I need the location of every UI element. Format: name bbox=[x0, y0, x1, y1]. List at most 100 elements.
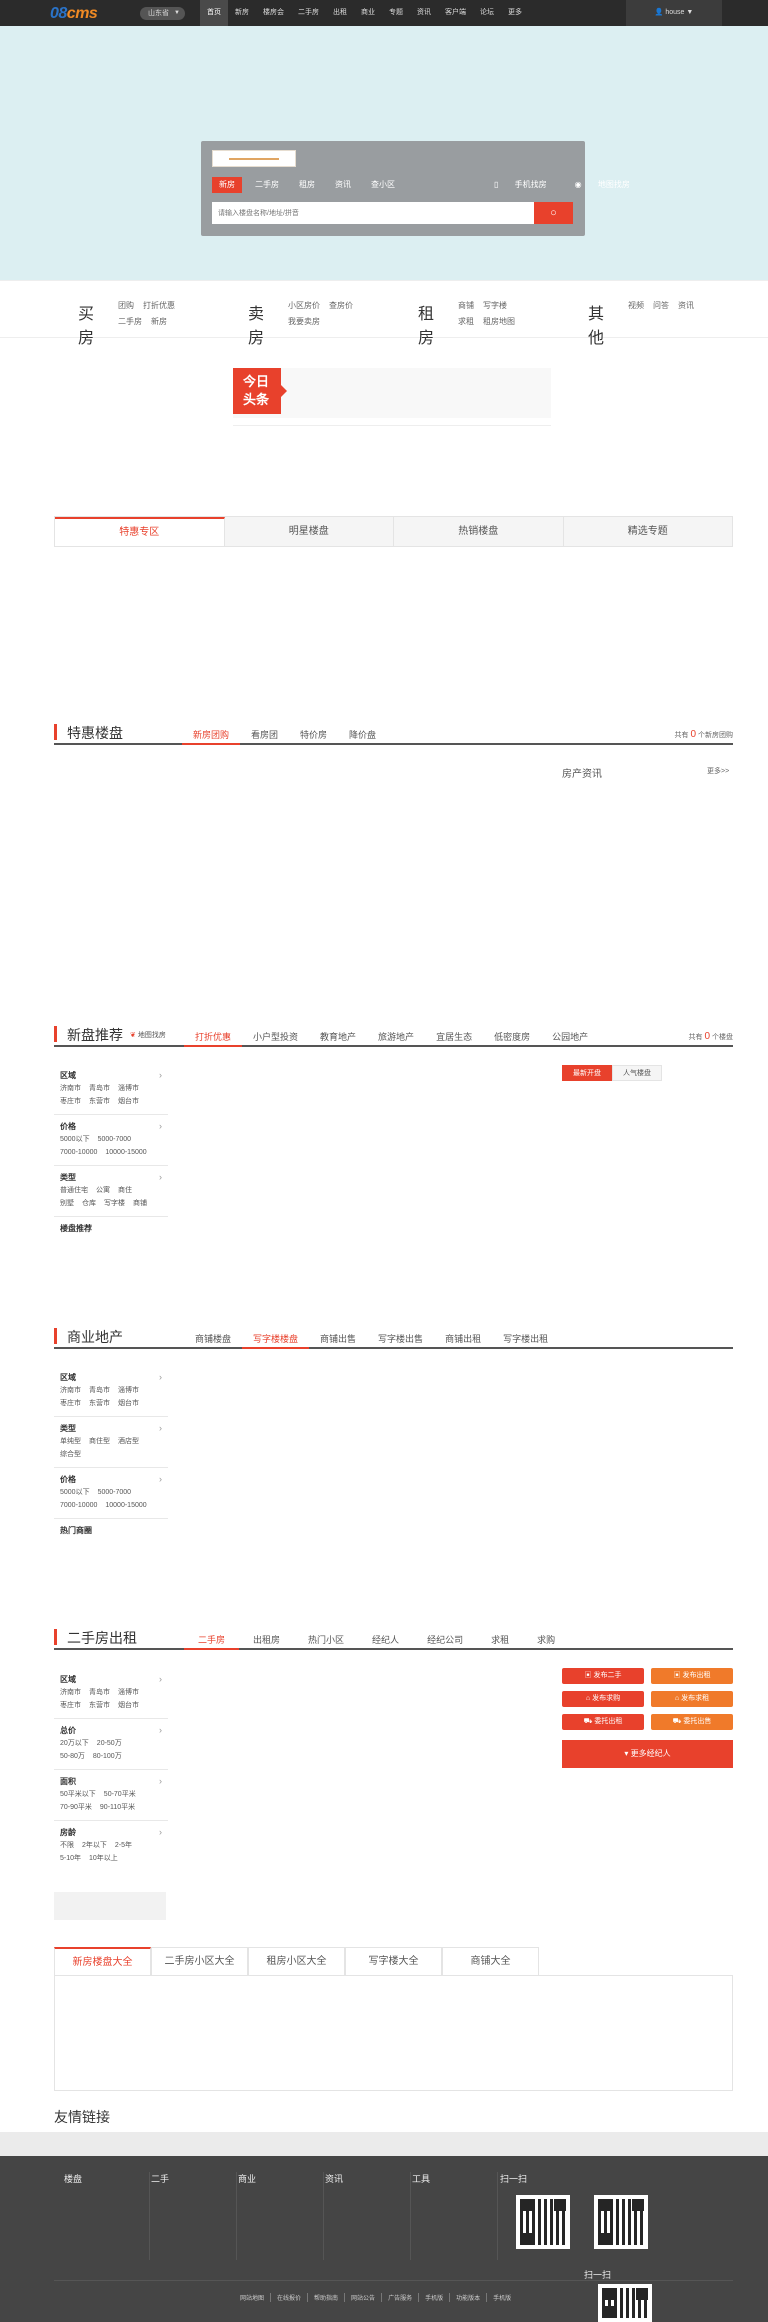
directory-tab[interactable]: 租房小区大全 bbox=[248, 1947, 345, 1975]
filter-option[interactable]: 7000-10000 bbox=[60, 1502, 97, 1509]
filter-option[interactable]: 50-80万 bbox=[60, 1753, 85, 1760]
search-tab[interactable]: 新房 bbox=[212, 177, 242, 193]
chevron-right-icon[interactable]: › bbox=[159, 1372, 162, 1382]
chevron-right-icon[interactable]: › bbox=[159, 1172, 162, 1182]
chevron-right-icon[interactable]: › bbox=[159, 1474, 162, 1484]
filter-option[interactable]: 不限 bbox=[60, 1842, 74, 1849]
footer-link[interactable]: 手机版 bbox=[487, 2293, 517, 2302]
site-logo[interactable]: 08cms bbox=[50, 5, 98, 23]
filter-option[interactable]: 东营市 bbox=[89, 1702, 110, 1709]
footer-link[interactable]: 在线报价 bbox=[271, 2293, 309, 2302]
section-tab[interactable]: 出租房 bbox=[239, 1632, 294, 1650]
section-tab[interactable]: 写字楼出租 bbox=[492, 1331, 559, 1349]
filter-option[interactable]: 酒店型 bbox=[118, 1438, 139, 1445]
section-tab[interactable]: 商铺楼盘 bbox=[184, 1331, 242, 1349]
nav-item[interactable]: 二手房 bbox=[291, 0, 326, 26]
section-tab[interactable]: 求租 bbox=[477, 1632, 523, 1650]
section-tab[interactable]: 经纪公司 bbox=[413, 1632, 477, 1650]
nav-item[interactable]: 出租 bbox=[326, 0, 354, 26]
footer-column[interactable]: 工具 bbox=[412, 2172, 498, 2260]
entrust-sell-button[interactable]: ⛟ 委托出售 bbox=[651, 1714, 733, 1730]
side-tab[interactable]: 人气楼盘 bbox=[612, 1065, 662, 1081]
footer-link[interactable]: 帮助指南 bbox=[308, 2293, 346, 2302]
zone-tab[interactable]: 明星楼盘 bbox=[225, 517, 394, 546]
filter-option[interactable]: 70-90平米 bbox=[60, 1804, 92, 1811]
nav-item[interactable]: 专题 bbox=[382, 0, 410, 26]
filter-option[interactable]: 烟台市 bbox=[118, 1702, 139, 1709]
section-tab[interactable]: 旅游地产 bbox=[367, 1029, 425, 1047]
more-agents-button[interactable]: ▾ 更多经纪人 bbox=[562, 1740, 733, 1768]
filter-option[interactable]: 枣庄市 bbox=[60, 1702, 81, 1709]
filter-option[interactable]: 商住型 bbox=[89, 1438, 110, 1445]
footer-link[interactable]: 手机版 bbox=[419, 2293, 451, 2302]
filter-option[interactable]: 烟台市 bbox=[118, 1400, 139, 1407]
filter-option[interactable]: 10年以上 bbox=[89, 1855, 118, 1862]
section-tab[interactable]: 教育地产 bbox=[309, 1029, 367, 1047]
filter-option[interactable]: 仓库 bbox=[82, 1200, 96, 1207]
nav-item[interactable]: 更多 bbox=[501, 0, 529, 26]
filter-option[interactable]: 青岛市 bbox=[89, 1387, 110, 1394]
filter-option[interactable]: 综合型 bbox=[60, 1451, 81, 1458]
news-more-link[interactable]: 更多>> bbox=[707, 766, 729, 776]
section-tab[interactable]: 写字楼出售 bbox=[367, 1331, 434, 1349]
category-link[interactable]: 团购 bbox=[118, 301, 134, 310]
search-tab[interactable]: 租房 bbox=[292, 177, 322, 193]
nav-item[interactable]: 首页 bbox=[200, 0, 228, 26]
filter-option[interactable]: 20-50万 bbox=[97, 1740, 122, 1747]
directory-tab[interactable]: 商铺大全 bbox=[442, 1947, 539, 1975]
nav-item[interactable]: 论坛 bbox=[473, 0, 501, 26]
footer-column[interactable]: 商业 bbox=[238, 2172, 324, 2260]
publish-buy-request-button[interactable]: ⌂ 发布求购 bbox=[562, 1691, 644, 1707]
filter-option[interactable]: 5000-7000 bbox=[98, 1489, 131, 1496]
filter-option[interactable]: 济南市 bbox=[60, 1689, 81, 1696]
chevron-right-icon[interactable]: › bbox=[159, 1423, 162, 1433]
category-link[interactable]: 我要卖房 bbox=[288, 317, 320, 326]
filter-option[interactable]: 青岛市 bbox=[89, 1085, 110, 1092]
search-tab[interactable]: 二手房 bbox=[248, 177, 286, 193]
nav-item[interactable]: 资讯 bbox=[410, 0, 438, 26]
filter-option[interactable]: 东营市 bbox=[89, 1098, 110, 1105]
category-link[interactable]: 问答 bbox=[653, 301, 669, 310]
filter-option[interactable]: 淄博市 bbox=[118, 1085, 139, 1092]
chevron-right-icon[interactable]: › bbox=[159, 1674, 162, 1684]
chevron-right-icon[interactable]: › bbox=[159, 1121, 162, 1131]
category-link[interactable]: 二手房 bbox=[118, 317, 142, 326]
nav-item[interactable]: 楼房会 bbox=[256, 0, 291, 26]
publish-secondhand-button[interactable]: ▣ 发布二手 bbox=[562, 1668, 644, 1684]
section-tab[interactable]: 二手房 bbox=[184, 1632, 240, 1650]
search-input[interactable] bbox=[212, 202, 534, 224]
filter-option[interactable]: 枣庄市 bbox=[60, 1400, 81, 1407]
category-link[interactable]: 新房 bbox=[151, 317, 167, 326]
section-tab[interactable]: 低密度房 bbox=[483, 1029, 541, 1047]
filter-option[interactable]: 青岛市 bbox=[89, 1689, 110, 1696]
chevron-right-icon[interactable]: › bbox=[159, 1070, 162, 1080]
category-link[interactable]: 打折优惠 bbox=[143, 301, 175, 310]
section-tab[interactable]: 宜居生态 bbox=[425, 1029, 483, 1047]
zone-tab[interactable]: 特惠专区 bbox=[55, 517, 225, 546]
publish-rent-button[interactable]: ▣ 发布出租 bbox=[651, 1668, 733, 1684]
section-tab[interactable]: 热门小区 bbox=[294, 1632, 358, 1650]
filter-option[interactable]: 50平米以下 bbox=[60, 1791, 96, 1798]
chevron-right-icon[interactable]: › bbox=[159, 1776, 162, 1786]
section-tab[interactable]: 公园地产 bbox=[541, 1029, 599, 1047]
section-tab[interactable]: 特价房 bbox=[289, 727, 338, 745]
filter-option[interactable]: 10000-15000 bbox=[105, 1502, 146, 1509]
section-tab[interactable]: 写字楼楼盘 bbox=[242, 1331, 310, 1349]
filter-option[interactable]: 商铺 bbox=[133, 1200, 147, 1207]
category-link[interactable]: 写字楼 bbox=[483, 301, 507, 310]
section-tab[interactable]: 小户型投资 bbox=[242, 1029, 309, 1047]
footer-column[interactable]: 楼盘 bbox=[64, 2172, 150, 2260]
filter-option[interactable]: 公寓 bbox=[96, 1187, 110, 1194]
footer-link[interactable]: 网站公告 bbox=[345, 2293, 383, 2302]
filter-option[interactable]: 10000-15000 bbox=[105, 1149, 146, 1156]
zone-tab[interactable]: 精选专题 bbox=[564, 517, 733, 546]
section-tab[interactable]: 降价盘 bbox=[338, 727, 387, 745]
section-tab[interactable]: 看房团 bbox=[240, 727, 289, 745]
directory-tab[interactable]: 二手房小区大全 bbox=[151, 1947, 248, 1975]
footer-link[interactable]: 广告服务 bbox=[382, 2293, 420, 2302]
map-search-link[interactable]: ◉ 地图找房 bbox=[561, 177, 630, 193]
entrust-rent-button[interactable]: ⛟ 委托出租 bbox=[562, 1714, 644, 1730]
filter-option[interactable]: 2年以下 bbox=[82, 1842, 107, 1849]
filter-option[interactable]: 商住 bbox=[118, 1187, 132, 1194]
search-tab[interactable]: 资讯 bbox=[328, 177, 358, 193]
